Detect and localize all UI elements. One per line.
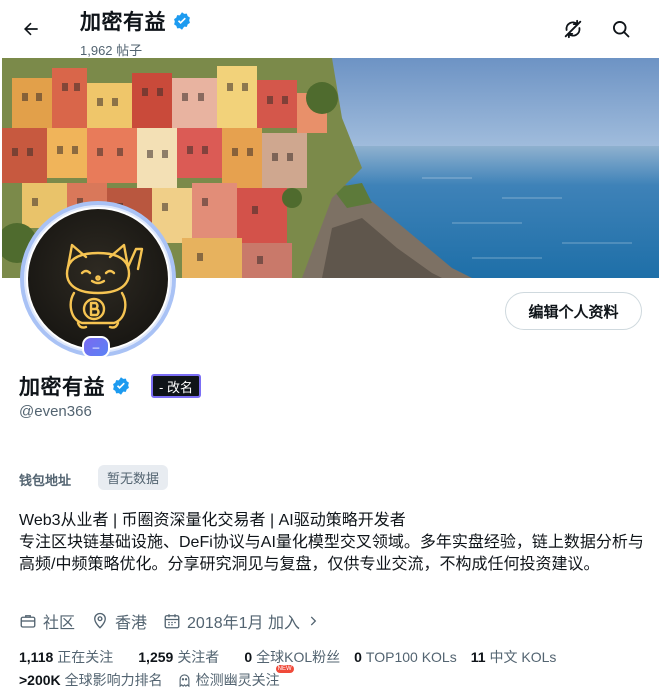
community-link[interactable]: 社区 [19, 609, 75, 633]
bio-line-1: Web3从业者 | 币圈资深量化交易者 | AI驱动策略开发者 [19, 512, 406, 529]
following-count: 1,118 [19, 649, 54, 665]
kol-followers-label: 全球KOL粉丝 [256, 649, 341, 665]
avatar-badge[interactable]: – [82, 336, 110, 358]
wallet-label: 钱包地址 [19, 473, 72, 488]
location-pin-icon [94, 612, 106, 629]
ghost-icon [179, 673, 190, 687]
search-button[interactable] [604, 12, 638, 46]
followers-stat[interactable]: 1,259 关注者 [138, 647, 219, 667]
verified-badge-icon [174, 12, 190, 30]
header-title: 加密有益 [80, 11, 166, 34]
location-label: 香港 [115, 615, 148, 632]
profile-handle: @even366 [19, 403, 92, 420]
rank-value: >200K [19, 672, 61, 688]
posts-count: 1,962 帖子 [80, 43, 143, 58]
top100-label: TOP100 KOLs [365, 649, 457, 665]
header-title-block: 加密有益 1,962 帖子 [80, 6, 192, 59]
join-date[interactable]: 2018年1月 加入 [163, 609, 320, 633]
bio-line-2: 专注区块链基础设施、DeFi协议与AI量化模型交叉领域。多年实盘经验，链上数据分… [19, 534, 644, 573]
following-label: 正在关注 [57, 649, 114, 665]
calendar-icon [164, 614, 180, 629]
follow-stats: 1,118 正在关注 1,259 关注者 0 全球KOL粉丝 0 TOP100 KOLs… [19, 647, 581, 667]
location: 香港 [91, 609, 147, 633]
profile-name: 加密有益 [19, 376, 105, 399]
influence-stats: >200K 全球影响力排名 检测幽灵关注 NEW [19, 665, 294, 690]
profile-avatar[interactable] [20, 201, 176, 357]
search-icon [613, 21, 630, 38]
ghost-follow-check[interactable]: 检测幽灵关注 NEW [177, 665, 294, 690]
cn-kols-label: 中文 KOLs [489, 649, 557, 665]
top100-stat[interactable]: 0 TOP100 KOLs [354, 649, 457, 665]
sync-off-icon [564, 19, 582, 39]
followers-label: 关注者 [177, 649, 220, 665]
sync-button[interactable] [556, 12, 590, 46]
edit-profile-button[interactable]: 编辑个人资料 [505, 292, 642, 330]
profile-name-row: 加密有益 - 改名 [19, 371, 201, 401]
verified-badge-icon[interactable] [111, 376, 131, 396]
rank-stat[interactable]: >200K 全球影响力排名 [19, 670, 163, 690]
top100-count: 0 [354, 649, 362, 665]
back-arrow-icon [24, 22, 38, 36]
wallet-value-chip: 暂无数据 [98, 465, 169, 490]
lucky-cat-icon [65, 243, 144, 329]
followers-count: 1,259 [138, 649, 174, 665]
rename-button[interactable]: - 改名 [151, 374, 201, 398]
join-date-label: 2018年1月 加入 [187, 615, 300, 632]
avatar-image [28, 209, 168, 349]
profile-meta: 社区 香港 2018年1月 加入 [19, 609, 336, 633]
cn-kols-stat[interactable]: 11 中文 KOLs [471, 647, 557, 667]
ghost-follow-label: 检测幽灵关注 [195, 672, 280, 688]
back-button[interactable] [14, 12, 48, 46]
profile-bio: Web3从业者 | 币圈资深量化交易者 | AI驱动策略开发者 专注区块链基础设… [19, 510, 644, 576]
kol-followers-count: 0 [244, 649, 253, 665]
new-tag: NEW [275, 665, 294, 673]
following-stat[interactable]: 1,118 正在关注 [19, 647, 113, 667]
cn-kols-count: 11 [470, 649, 486, 665]
kol-followers-stat[interactable]: 0 全球KOL粉丝 [244, 647, 340, 667]
rank-label: 全球影响力排名 [64, 672, 163, 688]
community-label: 社区 [43, 615, 76, 632]
chevron-right-icon [310, 616, 317, 626]
top-bar: 加密有益 1,962 帖子 [0, 0, 659, 58]
briefcase-icon [20, 615, 36, 628]
